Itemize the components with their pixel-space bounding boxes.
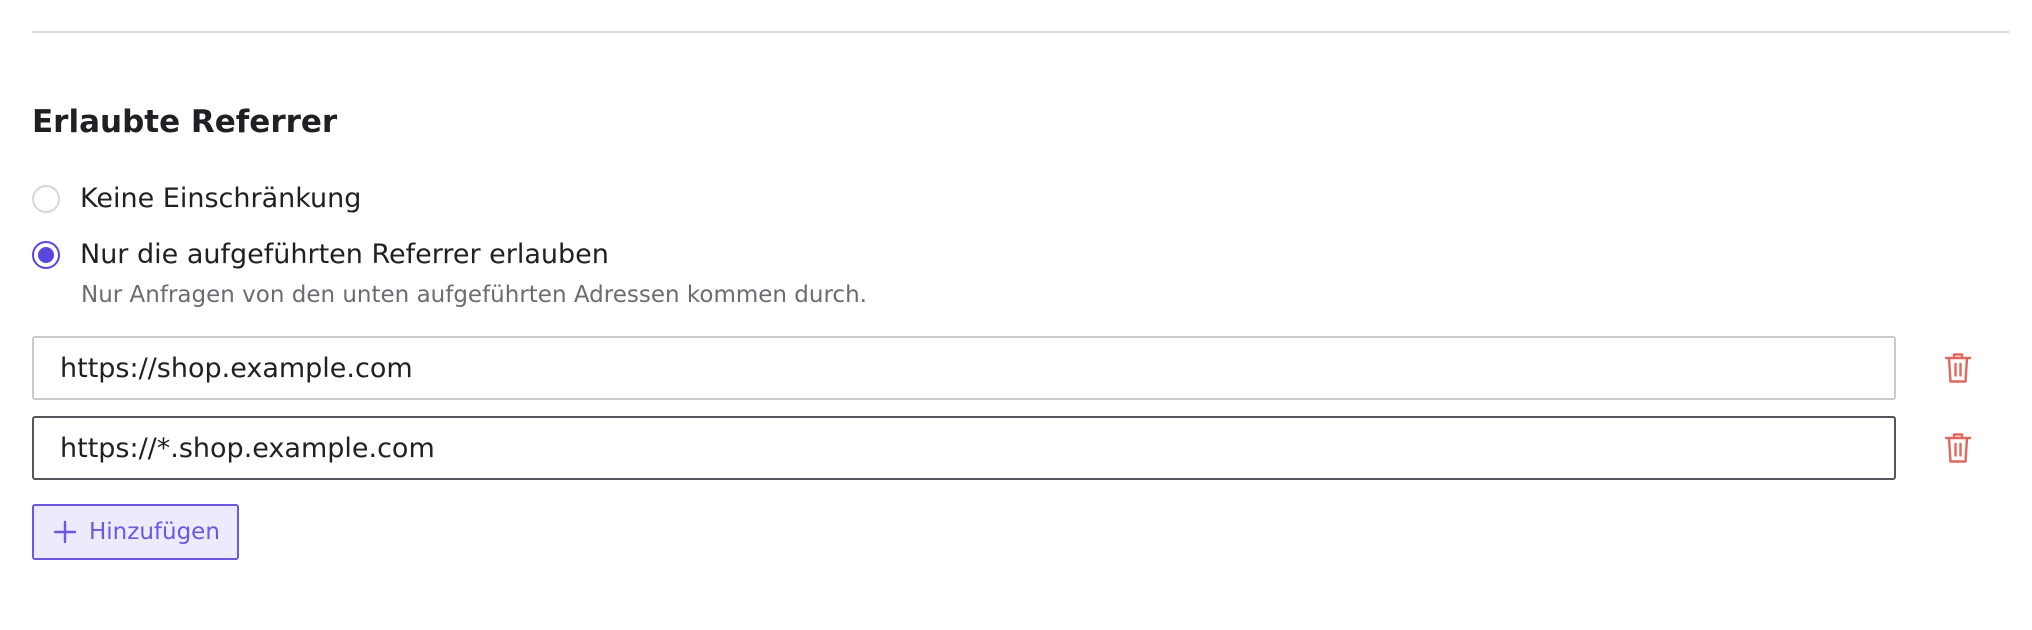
- add-button-label: Hinzufügen: [89, 519, 220, 545]
- referrer-input[interactable]: [32, 336, 1896, 400]
- delete-referrer-button[interactable]: [1938, 428, 1978, 468]
- section-title: Erlaubte Referrer: [32, 104, 338, 140]
- radio-label-only-listed: Nur die aufgeführten Referrer erlauben: [80, 239, 609, 270]
- referrer-row: [32, 416, 2009, 480]
- trash-icon: [1944, 433, 1972, 463]
- radio-only-listed[interactable]: Nur die aufgeführten Referrer erlauben: [32, 235, 609, 275]
- referrer-row: [32, 336, 2009, 400]
- radio-button-checked[interactable]: [32, 241, 60, 269]
- add-referrer-button[interactable]: Hinzufügen: [32, 504, 239, 560]
- radio-button-unchecked[interactable]: [32, 185, 60, 213]
- trash-icon: [1944, 353, 1972, 383]
- radio-no-restriction[interactable]: Keine Einschränkung: [32, 179, 361, 219]
- radio-label-no-restriction: Keine Einschränkung: [80, 183, 362, 214]
- section-divider: [32, 31, 2009, 33]
- plus-icon: [53, 520, 77, 544]
- delete-referrer-button[interactable]: [1938, 348, 1978, 388]
- radio-hint-text: Nur Anfragen von den unten aufgeführten …: [81, 282, 867, 308]
- referrer-input[interactable]: [32, 416, 1896, 480]
